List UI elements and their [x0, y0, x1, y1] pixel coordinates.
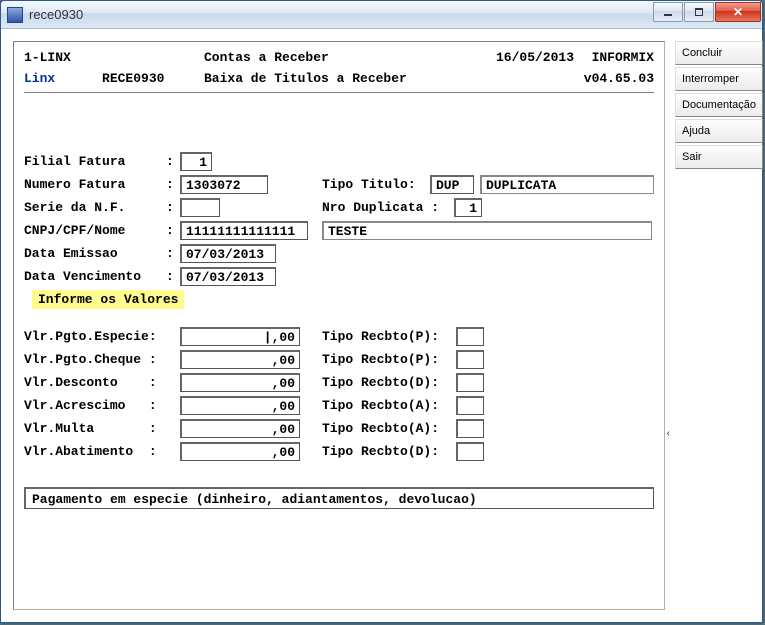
- nome-field: TESTE: [322, 221, 652, 240]
- vlr-especie-field[interactable]: |,00: [180, 327, 300, 346]
- serie-label: Serie da N.F.: [24, 200, 166, 215]
- minimize-button[interactable]: [653, 2, 683, 22]
- db-label: INFORMIX: [574, 50, 654, 65]
- ajuda-button[interactable]: Ajuda: [675, 119, 763, 143]
- tipo-recbto-p1-label: Tipo Recbto(P):: [322, 329, 456, 344]
- header-row-1: 1-LINX Contas a Receber 16/05/2013 INFOR…: [24, 50, 654, 65]
- date-label: 16/05/2013: [474, 50, 574, 65]
- vlr-acrescimo-label: Vlr.Acrescimo :: [24, 398, 166, 413]
- tipo-recbto-a2-label: Tipo Recbto(A):: [322, 421, 456, 436]
- concluir-button[interactable]: Concluir: [675, 41, 763, 65]
- sidebar: Concluir Interromper Documentação Ajuda …: [675, 41, 763, 610]
- tipo-recbto-a2-field[interactable]: [456, 419, 484, 438]
- client-area: 1-LINX Contas a Receber 16/05/2013 INFOR…: [1, 29, 762, 622]
- vlr-especie-label: Vlr.Pgto.Especie:: [24, 329, 166, 344]
- maximize-button[interactable]: [684, 2, 714, 22]
- caret-icon: ‹: [667, 428, 670, 439]
- window: rece0930 ✕ 1-LINX Contas a Receber 16/05…: [0, 0, 763, 623]
- window-title: rece0930: [29, 7, 652, 22]
- header-row-2: Linx RECE0930 Baixa de Titulos a Receber…: [24, 71, 654, 86]
- vlr-acrescimo-field[interactable]: ,00: [180, 396, 300, 415]
- vlr-desconto-field[interactable]: ,00: [180, 373, 300, 392]
- emissao-field[interactable]: 07/03/2013: [180, 244, 276, 263]
- vlr-cheque-label: Vlr.Pgto.Cheque :: [24, 352, 166, 367]
- brand-label: Linx RECE0930: [24, 71, 204, 86]
- numero-label: Numero Fatura: [24, 177, 166, 192]
- vencimento-label: Data Vencimento: [24, 269, 166, 284]
- vlr-multa-field[interactable]: ,00: [180, 419, 300, 438]
- tipo-recbto-d1-field[interactable]: [456, 373, 484, 392]
- close-button[interactable]: ✕: [715, 2, 761, 22]
- titlebar[interactable]: rece0930 ✕: [1, 1, 762, 29]
- divider: [24, 92, 654, 94]
- company-label: 1-LINX: [24, 50, 204, 65]
- sair-button[interactable]: Sair: [675, 145, 763, 169]
- tipo-titulo-label: Tipo Titulo:: [322, 177, 430, 192]
- tipo-titulo-desc-field: DUPLICATA: [480, 175, 654, 194]
- cnpj-field[interactable]: 11111111111111: [180, 221, 308, 240]
- cnpj-label: CNPJ/CPF/Nome: [24, 223, 166, 238]
- tipo-recbto-d2-field[interactable]: [456, 442, 484, 461]
- vlr-abatimento-label: Vlr.Abatimento :: [24, 444, 166, 459]
- emissao-label: Data Emissao: [24, 246, 166, 261]
- vlr-cheque-field[interactable]: ,00: [180, 350, 300, 369]
- vlr-abatimento-field[interactable]: ,00: [180, 442, 300, 461]
- version-label: v04.65.03: [574, 71, 654, 86]
- documentacao-button[interactable]: Documentação: [675, 93, 763, 117]
- nro-dup-field[interactable]: 1: [454, 198, 482, 217]
- tipo-recbto-d1-label: Tipo Recbto(D):: [322, 375, 456, 390]
- informe-highlight: Informe os Valores: [32, 290, 184, 309]
- tipo-recbto-p2-field[interactable]: [456, 350, 484, 369]
- main-panel: 1-LINX Contas a Receber 16/05/2013 INFOR…: [13, 41, 665, 610]
- tipo-titulo-cod-field[interactable]: DUP: [430, 175, 474, 194]
- tipo-recbto-d2-label: Tipo Recbto(D):: [322, 444, 456, 459]
- vlr-desconto-label: Vlr.Desconto :: [24, 375, 166, 390]
- filial-field[interactable]: 1: [180, 152, 212, 171]
- subtitle-label: Baixa de Titulos a Receber: [204, 71, 474, 86]
- serie-field[interactable]: [180, 198, 220, 217]
- tipo-recbto-a1-field[interactable]: [456, 396, 484, 415]
- app-icon: [7, 7, 23, 23]
- vencimento-field[interactable]: 07/03/2013: [180, 267, 276, 286]
- filial-label: Filial Fatura: [24, 154, 166, 169]
- module-label: Contas a Receber: [204, 50, 474, 65]
- interromper-button[interactable]: Interromper: [675, 67, 763, 91]
- tipo-recbto-p2-label: Tipo Recbto(P):: [322, 352, 456, 367]
- nro-dup-label: Nro Duplicata :: [322, 200, 454, 215]
- status-message: Pagamento em especie (dinheiro, adiantam…: [24, 487, 654, 509]
- numero-field[interactable]: 1303072: [180, 175, 268, 194]
- vlr-multa-label: Vlr.Multa :: [24, 421, 166, 436]
- tipo-recbto-a1-label: Tipo Recbto(A):: [322, 398, 456, 413]
- tipo-recbto-p1-field[interactable]: [456, 327, 484, 346]
